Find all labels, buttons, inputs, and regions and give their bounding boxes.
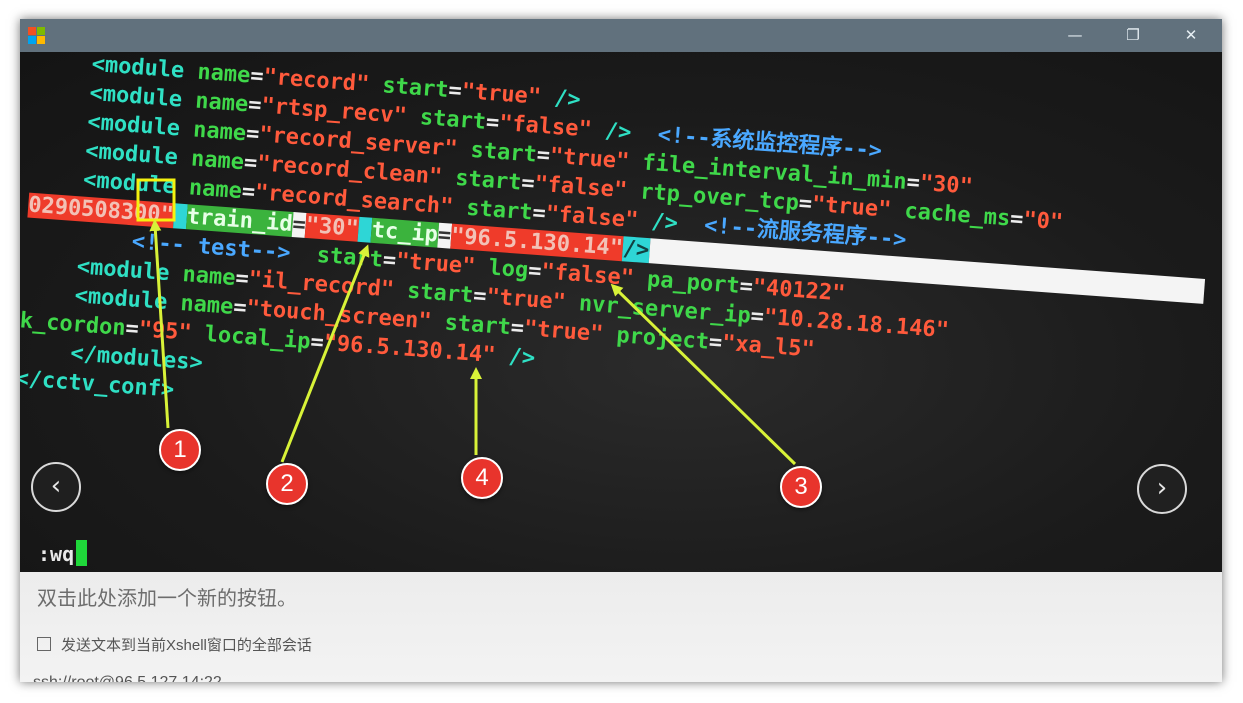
terminal-token: "true" <box>485 284 567 316</box>
terminal-token: name <box>194 88 250 118</box>
restore-button[interactable]: ❐ <box>1104 19 1162 52</box>
terminal-token: start <box>456 136 538 168</box>
add-button-hint[interactable]: 双击此处添加一个新的按钮。 <box>37 582 297 611</box>
status-bar-session: ssh://root@96.5.127.14:22 <box>33 674 222 682</box>
terminal-token: "true" <box>395 248 477 280</box>
terminal-token: name <box>179 291 235 320</box>
vim-command-line: :wq <box>38 540 88 566</box>
terminal-token: start <box>393 277 475 309</box>
terminal-token: "30" <box>304 212 360 242</box>
send-to-all-sessions[interactable]: 发送文本到当前Xshell窗口的全部会话 <box>37 634 312 655</box>
terminal-token: /> <box>540 84 582 113</box>
prev-image-button[interactable]: ‹ <box>31 462 81 512</box>
terminal-token: "false" <box>498 110 593 143</box>
next-image-button[interactable]: › <box>1137 464 1187 514</box>
terminal-token: /> <box>494 343 536 372</box>
terminal-token: "true" <box>460 79 542 110</box>
quick-button-panel[interactable]: 双击此处添加一个新的按钮。 发送文本到当前Xshell窗口的全部会话 ssh:/… <box>20 572 1222 682</box>
title-bar: — ❐ ✕ <box>20 19 1222 52</box>
terminal-token: tc_ip <box>370 217 439 248</box>
send-to-all-checkbox[interactable] <box>37 637 51 651</box>
terminal-token: "0" <box>1022 207 1064 236</box>
callout-4: 4 <box>461 457 503 499</box>
vim-command-text: :wq <box>38 542 75 566</box>
terminal-token: /> <box>621 236 651 264</box>
callout-2: 2 <box>266 463 308 505</box>
terminal-token: "95" <box>137 317 193 346</box>
terminal-token: name <box>188 175 243 205</box>
send-to-all-label: 发送文本到当前Xshell窗口的全部会话 <box>61 637 312 654</box>
terminal-cursor <box>76 540 88 566</box>
callout-1: 1 <box>159 429 201 471</box>
screenshot-viewer: <module name="record" start="true" /> <m… <box>20 52 1222 572</box>
terminal-token: start <box>289 240 384 273</box>
terminal-token: start <box>452 194 534 226</box>
terminal-token: "true" <box>548 143 631 175</box>
terminal-token: name <box>196 59 252 89</box>
terminal-token: /> <box>590 117 659 148</box>
terminal-token: name <box>192 117 247 147</box>
terminal-token: log <box>474 254 530 284</box>
terminal-token: "40122" <box>751 274 847 307</box>
terminal-token: "true" <box>523 316 605 347</box>
terminal-token: start <box>441 164 523 196</box>
windows-logo-icon <box>28 27 45 44</box>
terminal-token: name <box>181 262 237 291</box>
terminal-token: "xa_l5" <box>721 330 816 363</box>
terminal-output: <module name="record" start="true" /> <m… <box>20 52 1222 488</box>
close-button[interactable]: ✕ <box>1162 19 1220 52</box>
minimize-button[interactable]: — <box>1046 19 1104 52</box>
terminal-token: start <box>405 104 487 135</box>
terminal-token: start <box>368 72 450 104</box>
terminal-token: "false" <box>544 201 640 234</box>
terminal-token: /> <box>637 208 706 239</box>
terminal-token: "true" <box>811 191 893 223</box>
terminal-token: start <box>430 309 512 341</box>
terminal-token: "false" <box>540 259 635 292</box>
callout-3: 3 <box>780 466 822 508</box>
terminal-token: project <box>602 322 710 355</box>
terminal-token: name <box>190 146 245 176</box>
terminal-token: "false" <box>533 171 628 204</box>
xshell-window: — ❐ ✕ <module name="record" start="true"… <box>20 19 1222 682</box>
terminal-token: "30" <box>918 170 974 200</box>
